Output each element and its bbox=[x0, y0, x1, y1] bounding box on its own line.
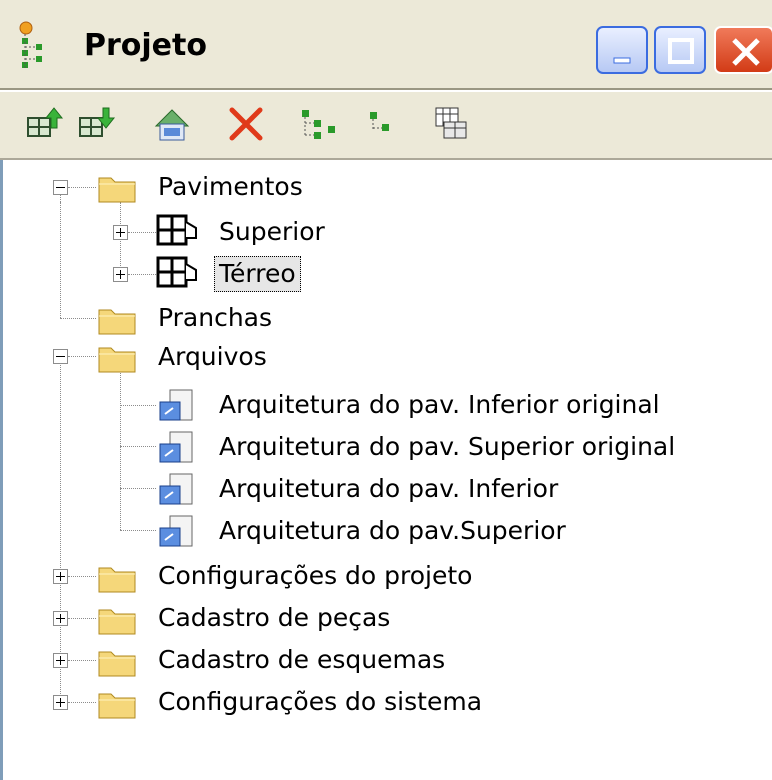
table-view-button[interactable] bbox=[430, 104, 474, 144]
project-tree-icon bbox=[18, 20, 58, 76]
tree-connector bbox=[68, 702, 96, 703]
folder-icon bbox=[97, 644, 137, 682]
window-title: Projeto bbox=[84, 28, 207, 63]
expand-toggle-terreo[interactable] bbox=[113, 267, 128, 282]
project-window: Projeto Pavimentos Superior Térreo Pranc… bbox=[0, 0, 772, 780]
add-floor-above-button[interactable] bbox=[24, 104, 68, 144]
folder-icon bbox=[97, 686, 137, 724]
tree-connector bbox=[68, 660, 96, 661]
tree-item-arquivo[interactable]: Arquitetura do pav. Inferior original bbox=[219, 388, 660, 422]
tree-item-pavimentos[interactable]: Pavimentos bbox=[158, 170, 303, 204]
add-floor-below-icon bbox=[79, 107, 116, 137]
tree-connector bbox=[120, 530, 156, 531]
import-file-icon bbox=[154, 109, 190, 141]
tree-item-configuracoes-projeto[interactable]: Configurações do projeto bbox=[158, 559, 472, 593]
tree-connector bbox=[120, 405, 156, 406]
table-view-icon bbox=[435, 107, 467, 139]
dwg-file-icon bbox=[156, 514, 200, 554]
tree-connector bbox=[68, 356, 96, 357]
tree-item-arquivos[interactable]: Arquivos bbox=[158, 340, 267, 374]
tree-connector bbox=[60, 318, 96, 319]
minimize-button[interactable] bbox=[596, 26, 648, 74]
expand-toggle-config-sistema[interactable] bbox=[53, 695, 68, 710]
folder-icon bbox=[97, 302, 137, 340]
folder-icon bbox=[97, 170, 137, 208]
close-icon bbox=[732, 38, 760, 66]
tree-item-superior[interactable]: Superior bbox=[219, 215, 325, 249]
add-floor-above-icon bbox=[27, 107, 64, 137]
expand-tree-icon bbox=[302, 110, 335, 139]
tree-connector bbox=[120, 370, 121, 530]
folder-icon bbox=[97, 602, 137, 640]
expand-toggle-config-projeto[interactable] bbox=[53, 569, 68, 584]
tree-connector bbox=[60, 202, 61, 318]
expand-toggle-cadastro-esquemas[interactable] bbox=[53, 653, 68, 668]
folder-icon bbox=[97, 560, 137, 598]
tree-item-cadastro-pecas[interactable]: Cadastro de peças bbox=[158, 601, 390, 635]
toolbar bbox=[0, 92, 772, 160]
floor-plan-icon bbox=[156, 254, 200, 296]
tree-connector bbox=[68, 576, 96, 577]
tree-connector bbox=[128, 232, 156, 233]
tree-connector bbox=[128, 274, 156, 275]
collapse-tree-icon bbox=[370, 112, 389, 131]
tree-connector bbox=[120, 446, 156, 447]
tree-connector bbox=[120, 488, 156, 489]
tree-item-cadastro-esquemas[interactable]: Cadastro de esquemas bbox=[158, 643, 445, 677]
delete-button[interactable] bbox=[224, 104, 268, 144]
maximize-button[interactable] bbox=[654, 26, 706, 74]
project-tree: Pavimentos Superior Térreo Pranchas Arqu… bbox=[0, 160, 772, 780]
collapse-toggle-pavimentos[interactable] bbox=[53, 180, 68, 195]
collapse-tree-button[interactable] bbox=[362, 104, 406, 144]
floor-plan-icon bbox=[156, 212, 200, 254]
title-bar[interactable]: Projeto bbox=[0, 0, 772, 90]
import-file-button[interactable] bbox=[150, 104, 194, 144]
folder-icon bbox=[97, 340, 137, 378]
tree-connector bbox=[60, 356, 61, 702]
close-button[interactable] bbox=[714, 26, 772, 74]
tree-connector bbox=[68, 187, 96, 188]
dwg-file-icon bbox=[156, 430, 200, 470]
tree-item-arquivo[interactable]: Arquitetura do pav.Superior bbox=[219, 514, 566, 548]
expand-toggle-cadastro-pecas[interactable] bbox=[53, 611, 68, 626]
expand-toggle-superior[interactable] bbox=[113, 225, 128, 240]
tree-item-configuracoes-sistema[interactable]: Configurações do sistema bbox=[158, 685, 482, 719]
dwg-file-icon bbox=[156, 472, 200, 512]
collapse-toggle-arquivos[interactable] bbox=[53, 349, 68, 364]
tree-connector bbox=[68, 618, 96, 619]
tree-item-arquivo[interactable]: Arquitetura do pav. Superior original bbox=[219, 430, 675, 464]
tree-item-terreo[interactable]: Térreo bbox=[214, 256, 301, 292]
tree-item-pranchas[interactable]: Pranchas bbox=[158, 301, 272, 335]
dwg-file-icon bbox=[156, 388, 200, 428]
tree-item-arquivo[interactable]: Arquitetura do pav. Inferior bbox=[219, 472, 558, 506]
expand-tree-button[interactable] bbox=[296, 104, 340, 144]
delete-icon bbox=[229, 107, 263, 141]
add-floor-below-button[interactable] bbox=[76, 104, 120, 144]
